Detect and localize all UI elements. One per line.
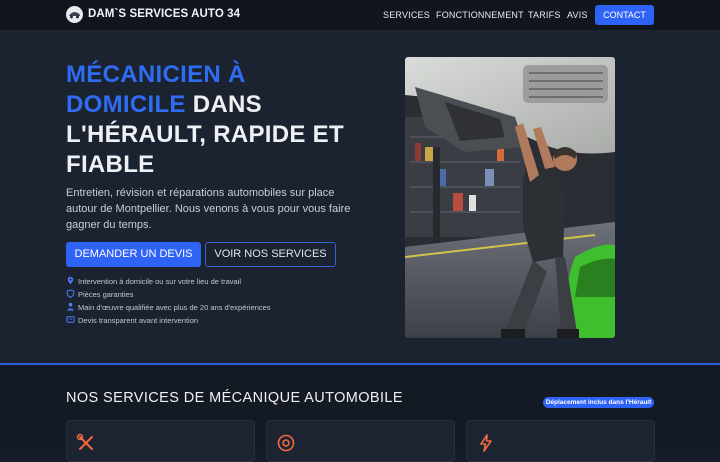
hero-lead: Entretien, révision et réparations autom… [66, 187, 351, 231]
nav-tarifs[interactable]: TARIFS [528, 10, 561, 20]
feature-item: Devis transparent avant intervention [66, 315, 198, 326]
feature-text: Main d'œuvre qualifiée avec plus de 20 a… [78, 303, 271, 312]
services-title: NOS SERVICES DE MÉCANIQUE AUTOMOBILE [66, 390, 403, 406]
nav-services[interactable]: SERVICES [383, 10, 430, 20]
brake-disc-icon [277, 434, 295, 452]
contact-button[interactable]: CONTACT [595, 5, 654, 25]
hero-headline: MÉCANICIEN À DOMICILE DANS L'HÉRAULT, RA… [66, 60, 366, 180]
travel-included-badge: Déplacement inclus dans l'Hérault [543, 397, 654, 408]
service-card[interactable] [466, 420, 655, 462]
feature-item: Intervention à domicile ou sur votre lie… [66, 276, 241, 287]
nav-avis[interactable]: AVIS [567, 10, 588, 20]
wrench-screwdriver-icon [76, 433, 93, 450]
feature-text: Intervention à domicile ou sur votre lie… [78, 277, 242, 286]
feature-text: Devis transparent avant intervention [78, 316, 199, 325]
document-icon [66, 316, 75, 323]
request-quote-button[interactable]: DEMANDER UN DEVIS [66, 242, 201, 267]
location-pin-icon [67, 276, 74, 285]
view-services-button[interactable]: VOIR NOS SERVICES [205, 242, 336, 267]
service-card[interactable] [66, 420, 255, 462]
nav-fonctionnement[interactable]: FONCTIONNEMENT [436, 10, 524, 20]
person-icon [67, 302, 74, 311]
feature-item: Main d'œuvre qualifiée avec plus de 20 a… [66, 302, 271, 313]
brand-logo-icon[interactable] [66, 6, 83, 23]
brand-name[interactable]: DAM`S SERVICES AUTO 34 [88, 8, 240, 20]
feature-item: Pièces garanties [66, 289, 133, 300]
feature-text: Pièces garanties [78, 290, 134, 299]
lightning-icon [480, 434, 492, 452]
shield-icon [66, 289, 75, 298]
mechanic-under-vehicle-photo [405, 57, 615, 338]
service-card[interactable] [266, 420, 455, 462]
